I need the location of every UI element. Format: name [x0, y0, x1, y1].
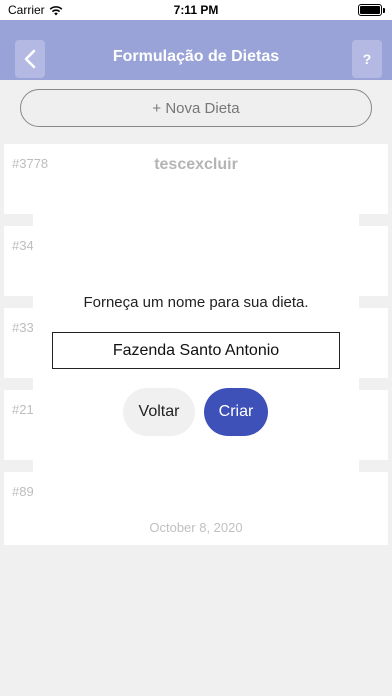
new-diet-dialog: Forneça um nome para sua dieta. Voltar C…	[33, 214, 359, 472]
back-button[interactable]	[15, 40, 45, 78]
diet-card[interactable]: #89 October 8, 2020	[4, 472, 388, 545]
chevron-left-icon	[24, 49, 36, 69]
diet-id: #33	[12, 320, 34, 335]
diet-date: October 8, 2020	[149, 520, 243, 535]
diet-id: #34	[12, 238, 34, 253]
help-icon: ?	[362, 51, 372, 67]
status-bar: Carrier 7:11 PM	[0, 0, 392, 20]
page-title: Formulação de Dietas	[112, 48, 280, 65]
cancel-button[interactable]: Voltar	[123, 388, 195, 436]
help-button[interactable]: ?	[352, 40, 382, 78]
diet-name: tescexcluir	[154, 156, 238, 173]
new-diet-button[interactable]: + Nova Dieta	[20, 89, 372, 127]
nav-header: Formulação de Dietas ?	[0, 20, 392, 80]
status-time: 7:11 PM	[173, 3, 219, 17]
diet-id: #21	[12, 402, 34, 417]
battery-icon	[358, 4, 385, 16]
create-button[interactable]: Criar	[204, 388, 268, 436]
diet-card[interactable]: #3778 tescexcluir	[4, 144, 388, 214]
dialog-prompt: Forneça um nome para sua dieta.	[83, 294, 309, 311]
diet-name-input[interactable]	[52, 332, 340, 369]
diet-id: #89	[12, 484, 34, 499]
